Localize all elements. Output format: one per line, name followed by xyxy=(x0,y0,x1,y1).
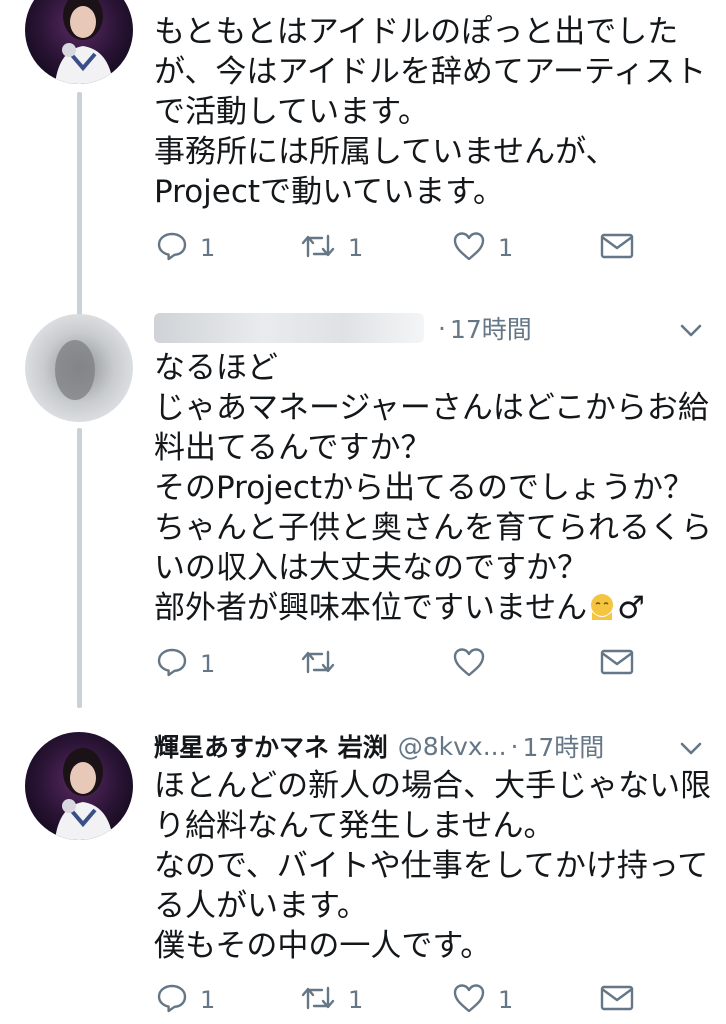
separator-dot: · xyxy=(510,731,519,761)
tweet-actions: 1 1 1 xyxy=(156,228,646,268)
share-button[interactable] xyxy=(600,644,634,684)
tweet-actions: 1 1 1 xyxy=(156,980,646,1020)
reply-count: 1 xyxy=(200,234,216,262)
reply-button[interactable]: 1 xyxy=(156,228,215,268)
chevron-down-icon[interactable] xyxy=(678,317,704,343)
retweet-icon xyxy=(300,230,336,266)
tweet-header: · 17時間 xyxy=(154,308,694,348)
share-button[interactable] xyxy=(600,980,634,1020)
handle[interactable]: @8kvx... xyxy=(398,732,507,761)
retweet-count: 1 xyxy=(348,234,364,262)
chevron-down-icon[interactable] xyxy=(678,735,704,761)
tweet-text-line: る人がいます。 xyxy=(154,888,368,924)
like-button[interactable]: 1 xyxy=(452,980,513,1020)
heart-icon xyxy=(452,230,486,266)
tweet-text: なるほど じゃあマネージャーさんはどこからお給 料出てるんですか？ そのProj… xyxy=(154,348,712,632)
display-name[interactable]: 輝星あすかマネ 岩渕 xyxy=(154,728,388,764)
thread-connector-line xyxy=(77,92,82,320)
tweet-header: 輝星あすかマネ 岩渕 @8kvx... · 17時間 xyxy=(154,726,694,766)
tweet-text-line: いの収入は大丈夫なのですか？ xyxy=(154,550,588,586)
avatar[interactable] xyxy=(25,732,133,840)
tweet-text-line: そのProjectから出てるのでしょうか？ xyxy=(154,470,695,506)
tweet-text-line: なるほど xyxy=(154,350,278,386)
tweet-text: もともとはアイドルのぽっと出でした が、今はアイドルを辞めてアーティスト で活動… xyxy=(154,12,707,212)
reply-count: 1 xyxy=(200,650,216,678)
envelope-icon xyxy=(600,232,634,264)
retweet-button[interactable]: 1 xyxy=(300,980,363,1020)
like-count: 1 xyxy=(498,234,514,262)
like-button[interactable] xyxy=(452,644,498,684)
retweet-icon xyxy=(300,982,336,1018)
tweet-text-line: じゃあマネージャーさんはどこからお給 xyxy=(154,390,709,426)
tweet-text-fragment: 部外者が興味本位ですいません xyxy=(154,590,588,626)
envelope-icon xyxy=(600,984,634,1016)
retweet-button[interactable] xyxy=(300,644,348,684)
timestamp[interactable]: 17時間 xyxy=(523,728,605,764)
reply-button[interactable]: 1 xyxy=(156,980,215,1020)
tweet-text-line: が、今はアイドルを辞めてアーティスト xyxy=(154,54,707,90)
envelope-icon xyxy=(600,648,634,680)
separator-dot: · xyxy=(438,313,446,343)
thread-connector-line xyxy=(77,428,82,708)
tweet-text-line: 事務所には所属していませんが、 xyxy=(154,134,617,170)
tweet-text-line: Projectで動いています。 xyxy=(154,174,505,210)
heart-icon xyxy=(452,646,486,682)
tweet-text-line: もともとはアイドルのぽっと出でした xyxy=(154,14,679,50)
tweet-text-line: り給料なんて発生しません。 xyxy=(154,808,555,844)
retweet-count: 1 xyxy=(348,986,364,1014)
like-count: 1 xyxy=(498,986,514,1014)
reply-count: 1 xyxy=(200,986,216,1014)
heart-icon xyxy=(452,982,486,1018)
tweet-text: ほとんどの新人の場合、大手じゃない限 り給料なんて発生しません。 なので、バイト… xyxy=(154,766,712,966)
avatar[interactable] xyxy=(25,314,133,422)
tweet-actions: 1 xyxy=(156,644,646,684)
reply-button[interactable]: 1 xyxy=(156,644,215,684)
timestamp[interactable]: 17時間 xyxy=(450,310,532,346)
person-bowing-emoji-icon xyxy=(587,592,617,632)
tweet-text-line: ちゃんと子供と奥さんを育てられるくら xyxy=(154,510,712,546)
tweet-text-line: なので、バイトや仕事をしてかけ持って xyxy=(154,848,709,884)
tweet-text-line: 部外者が興味本位ですいません ♂ xyxy=(154,588,694,632)
redacted-name xyxy=(154,313,424,343)
tweet-text-line: ほとんどの新人の場合、大手じゃない限 xyxy=(154,768,712,804)
retweet-button[interactable]: 1 xyxy=(300,228,363,268)
avatar[interactable] xyxy=(25,0,133,84)
tweet-text-line: 料出てるんですか？ xyxy=(154,430,432,466)
male-sign-emoji: ♂ xyxy=(617,590,645,626)
tweet-text-line: 僕もその中の一人です。 xyxy=(154,928,492,964)
retweet-icon xyxy=(300,646,336,682)
reply-icon xyxy=(156,230,188,266)
like-button[interactable]: 1 xyxy=(452,228,513,268)
reply-icon xyxy=(156,982,188,1018)
tweet-text-line: で活動しています。 xyxy=(154,94,429,130)
share-button[interactable] xyxy=(600,228,634,268)
reply-icon xyxy=(156,646,188,682)
